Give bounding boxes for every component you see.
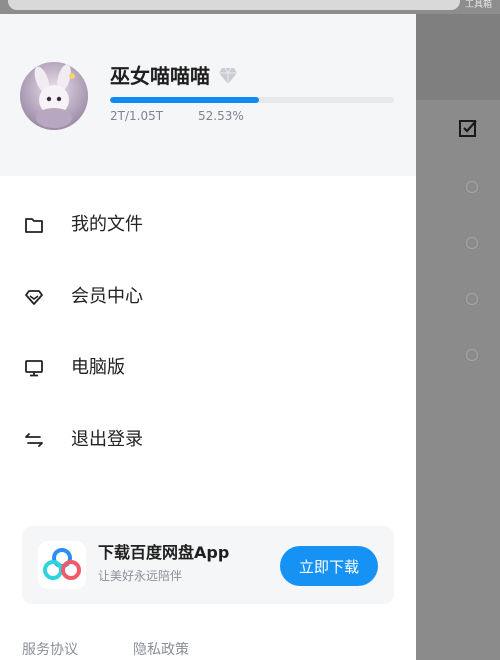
checkbox-checked-icon: [459, 120, 477, 137]
monitor-icon: [25, 360, 43, 377]
side-drawer: 巫女喵喵喵 2T/1.05T 52.53% 我的文件 会员中心 电脑版 退出登录…: [0, 14, 416, 660]
baidu-netdisk-logo: [38, 541, 86, 589]
toolbox-label: 工具箱: [464, 0, 492, 10]
background-search-bar: [8, 0, 460, 10]
radio-unchecked-icon: [466, 349, 478, 361]
app-download-banner: 下载百度网盘App 让美好永远陪伴 立即下载: [22, 526, 394, 604]
terms-of-service-link[interactable]: 服务协议: [22, 640, 78, 660]
promo-subtitle: 让美好永远陪伴: [98, 569, 183, 583]
menu-item-vip-center[interactable]: 会员中心: [0, 269, 416, 325]
storage-usage-text: 2T/1.05T: [110, 109, 164, 123]
promo-title: 下载百度网盘App: [98, 543, 230, 562]
vip-diamond-icon[interactable]: [218, 67, 238, 85]
menu-item-label: 退出登录: [71, 429, 143, 450]
profile-header: 巫女喵喵喵 2T/1.05T 52.53%: [0, 14, 416, 176]
background-top-bar: 工具箱: [0, 0, 500, 14]
menu-item-label: 电脑版: [71, 357, 125, 378]
avatar-image: [20, 62, 88, 130]
cloud-logo-icon: [43, 548, 81, 580]
menu-item-logout[interactable]: 退出登录: [0, 412, 416, 468]
storage-usage-percent: 52.53%: [198, 109, 244, 123]
storage-progress-bar: [110, 97, 394, 103]
privacy-policy-link[interactable]: 隐私政策: [133, 640, 189, 660]
username: 巫女喵喵喵: [110, 64, 210, 88]
avatar[interactable]: [20, 62, 88, 130]
radio-unchecked-icon: [466, 237, 478, 249]
background-panel-strip: [416, 14, 500, 100]
diamond-icon: [25, 290, 43, 305]
radio-unchecked-icon: [466, 181, 478, 193]
folder-icon: [25, 218, 43, 233]
menu-item-label: 我的文件: [71, 214, 143, 235]
download-now-button[interactable]: 立即下载: [280, 546, 378, 586]
swap-arrows-icon: [25, 433, 43, 447]
menu-item-my-files[interactable]: 我的文件: [0, 197, 416, 253]
menu-item-desktop-version[interactable]: 电脑版: [0, 340, 416, 396]
storage-progress-fill: [110, 97, 260, 103]
menu-item-label: 会员中心: [71, 286, 143, 307]
radio-unchecked-icon: [466, 293, 478, 305]
